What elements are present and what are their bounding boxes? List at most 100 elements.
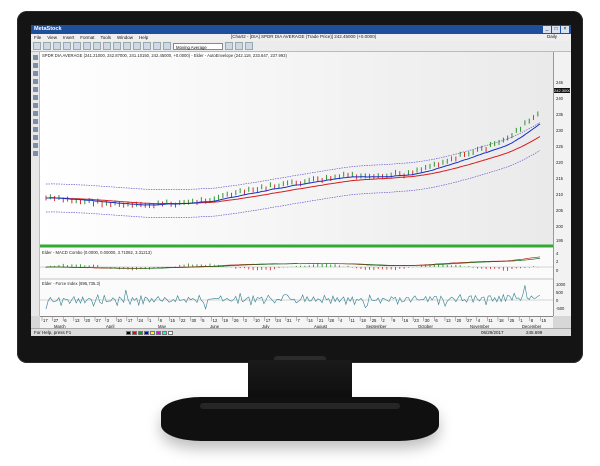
date-day-label: 13: [75, 318, 80, 323]
date-day-label: 31: [287, 318, 292, 323]
indicator-icon[interactable]: [113, 42, 121, 50]
y-tick: 230: [556, 128, 563, 133]
chart-title: [Chart2 - [DIA] SPDR DIA AVERAGE (Trade …: [231, 34, 377, 39]
date-day-label: 27: [467, 318, 472, 323]
open-icon[interactable]: [43, 42, 51, 50]
y-tick: 215: [556, 176, 563, 181]
date-day-label: 8: [531, 318, 534, 323]
date-day-label: 10: [117, 318, 122, 323]
status-value: 245.699: [526, 330, 543, 335]
menu-view[interactable]: View: [47, 35, 57, 40]
ellipse-tool-icon[interactable]: [32, 119, 38, 124]
horizontal-line-icon[interactable]: [32, 71, 38, 76]
title-bar: MetaStock _ □ ×: [31, 25, 571, 34]
vertical-line-icon[interactable]: [32, 79, 38, 84]
magnify-icon[interactable]: [235, 42, 243, 50]
macd-legend: Elder - MACD Combo (0.0000, 0.00000, 3.7…: [42, 250, 152, 255]
app-title: MetaStock: [34, 26, 62, 32]
maximize-button[interactable]: □: [552, 26, 560, 33]
crosshair-icon[interactable]: [103, 42, 111, 50]
date-day-label: 8: [160, 318, 163, 323]
macd-y-tick: 4: [556, 251, 559, 256]
text-tool-icon[interactable]: [32, 103, 38, 108]
y-tick: 235: [556, 112, 563, 117]
settings-icon[interactable]: [245, 42, 253, 50]
date-day-label: 3: [107, 318, 110, 323]
fibonacci-icon[interactable]: [32, 87, 38, 92]
date-day-label: 14: [308, 318, 313, 323]
date-day-label: 24: [138, 318, 143, 323]
pointer-tool-icon[interactable]: [32, 55, 38, 60]
force-y-tick: -500: [556, 306, 565, 311]
date-day-label: 25: [510, 318, 515, 323]
status-bar: For Help, press F1 06/29/2017 245.699: [31, 328, 571, 336]
status-date: 06/29/2017: [481, 330, 504, 335]
date-day-label: 1: [149, 318, 152, 323]
date-day-label: 28: [329, 318, 334, 323]
y-tick: 220: [556, 160, 563, 165]
dollar-icon[interactable]: [143, 42, 151, 50]
save-icon[interactable]: [53, 42, 61, 50]
channel-icon[interactable]: [32, 95, 38, 100]
chart-area[interactable]: SPDR DIA AVERAGE (241.21000, 242.87000, …: [40, 52, 553, 316]
arrow-tool-icon[interactable]: [32, 111, 38, 116]
y-tick: 210: [556, 192, 563, 197]
layout-icon[interactable]: [153, 42, 161, 50]
y-tick: 195: [556, 238, 563, 243]
y-tick: 205: [556, 208, 563, 213]
menu-format[interactable]: Format: [80, 35, 94, 40]
toolbar: Moving Average: [31, 41, 571, 52]
template-icon[interactable]: [163, 42, 171, 50]
last-price-tag: 242.3000: [554, 88, 571, 93]
price-chart-canvas[interactable]: [40, 52, 553, 316]
y-axis[interactable]: 245 242.3000 240 235 230 225 220 215 210…: [553, 52, 571, 316]
date-day-label: 10: [255, 318, 260, 323]
force-y-tick: 1000: [556, 282, 566, 287]
date-day-label: 5: [202, 318, 205, 323]
date-day-label: 6: [435, 318, 438, 323]
date-day-label: 26: [234, 318, 239, 323]
minimize-button[interactable]: _: [543, 26, 551, 33]
date-day-label: 16: [404, 318, 409, 323]
date-day-label: 11: [351, 318, 356, 323]
trendline-tool-icon[interactable]: [32, 63, 38, 68]
macd-y-tick: 0: [556, 268, 559, 273]
status-help-text: For Help, press F1: [34, 330, 72, 335]
date-day-label: 30: [191, 318, 196, 323]
refresh-icon[interactable]: [225, 42, 233, 50]
cursor-icon[interactable]: [93, 42, 101, 50]
date-day-label: 3: [244, 318, 247, 323]
date-day-label: 18: [361, 318, 366, 323]
close-button[interactable]: ×: [561, 26, 569, 33]
zoom-out-icon[interactable]: [83, 42, 91, 50]
erase-tool-icon[interactable]: [32, 151, 38, 156]
menu-file[interactable]: File: [34, 35, 41, 40]
expert-icon[interactable]: [123, 42, 131, 50]
y-tick: 225: [556, 144, 563, 149]
force-y-tick: 0: [556, 298, 559, 303]
menu-tools[interactable]: Tools: [100, 35, 111, 40]
rectangle-tool-icon[interactable]: [32, 127, 38, 132]
date-day-label: 21: [319, 318, 324, 323]
date-day-label: 4: [340, 318, 343, 323]
date-day-label: 9: [393, 318, 396, 323]
cycle-tool-icon[interactable]: [32, 143, 38, 148]
new-chart-icon[interactable]: [33, 42, 41, 50]
price-pane-bg: [40, 52, 553, 246]
menu-help[interactable]: Help: [139, 35, 148, 40]
force-legend: Elder - Force Index (895,735.3): [42, 281, 101, 286]
gann-tool-icon[interactable]: [32, 135, 38, 140]
indicator-select[interactable]: Moving Average: [173, 42, 223, 50]
menu-insert[interactable]: Insert: [63, 35, 74, 40]
date-day-label: 25: [372, 318, 377, 323]
date-day-label: 11: [488, 318, 493, 323]
print-icon[interactable]: [63, 42, 71, 50]
explorer-icon[interactable]: [133, 42, 141, 50]
date-day-label: 20: [85, 318, 90, 323]
date-day-label: 30: [425, 318, 430, 323]
color-palette[interactable]: [126, 331, 173, 335]
menu-window[interactable]: Window: [117, 35, 133, 40]
date-day-label: 23: [414, 318, 419, 323]
zoom-in-icon[interactable]: [73, 42, 81, 50]
date-day-label: 4: [478, 318, 481, 323]
